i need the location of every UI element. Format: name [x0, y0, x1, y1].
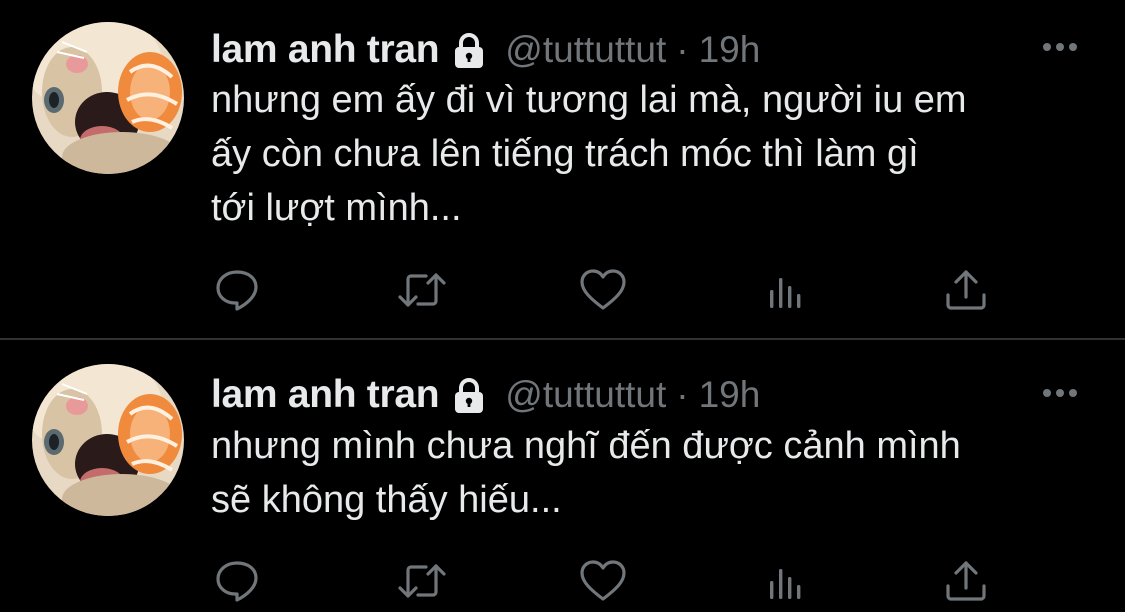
tweet-text: nhưng mình chưa nghĩ đến được cảnh mình …: [211, 419, 1091, 527]
tweet-divider: [0, 338, 1125, 340]
reply-icon: [216, 270, 258, 311]
heart-icon: [580, 269, 626, 310]
handle[interactable]: @tuttuttut: [505, 374, 666, 416]
tweet-header: lam anh tran @tuttuttut · 19h: [211, 370, 760, 420]
avatar-cat-image: [32, 22, 184, 174]
views-button[interactable]: [761, 556, 811, 606]
share-button[interactable]: [941, 556, 991, 606]
reply-button[interactable]: [212, 556, 262, 606]
handle[interactable]: @tuttuttut: [505, 29, 666, 71]
share-button[interactable]: [941, 265, 991, 315]
views-button[interactable]: [761, 265, 811, 315]
retweet-button[interactable]: [397, 556, 447, 606]
share-icon: [946, 270, 986, 310]
tweet-text-line: tới lượt mình...: [211, 187, 462, 229]
retweet-icon: [398, 564, 446, 598]
avatar[interactable]: [32, 364, 184, 516]
retweet-button[interactable]: [397, 265, 447, 315]
like-button[interactable]: [578, 265, 628, 315]
timestamp[interactable]: 19h: [699, 29, 761, 71]
tweet-text-line: ấy còn chưa lên tiếng trách móc thì làm …: [211, 133, 919, 175]
avatar[interactable]: [32, 22, 184, 174]
display-name[interactable]: lam anh tran: [211, 28, 440, 72]
tweet[interactable]: lam anh tran @tuttuttut · 19h nhưng em ấ…: [0, 0, 1125, 339]
avatar-cat-image: [32, 364, 184, 516]
more-horizontal-icon[interactable]: [1040, 40, 1080, 54]
display-name[interactable]: lam anh tran: [211, 373, 440, 417]
tweet-text-line: sẽ không thấy hiếu...: [211, 479, 562, 521]
tweet-text: nhưng em ấy đi vì tương lai mà, người iu…: [211, 73, 1091, 235]
views-icon: [770, 278, 801, 308]
tweet-text-line: nhưng mình chưa nghĩ đến được cảnh mình: [211, 425, 961, 467]
timestamp[interactable]: 19h: [699, 374, 761, 416]
more-horizontal-icon[interactable]: [1040, 386, 1080, 400]
retweet-icon: [398, 273, 446, 307]
tweet-actions: [0, 556, 1125, 606]
like-button[interactable]: [578, 556, 628, 606]
heart-icon: [580, 560, 626, 601]
reply-button[interactable]: [212, 265, 262, 315]
tweet-actions: [0, 265, 1125, 315]
separator: ·: [676, 374, 689, 415]
lock-icon: [455, 378, 484, 413]
share-icon: [946, 561, 986, 601]
lock-icon: [455, 33, 484, 68]
tweet-text-line: nhưng em ấy đi vì tương lai mà, người iu…: [211, 79, 967, 121]
tweet[interactable]: lam anh tran @tuttuttut · 19h nhưng mình…: [0, 341, 1125, 612]
tweet-header: lam anh tran @tuttuttut · 19h: [211, 25, 760, 75]
separator: ·: [676, 29, 689, 70]
views-icon: [770, 569, 801, 599]
reply-icon: [216, 561, 258, 602]
